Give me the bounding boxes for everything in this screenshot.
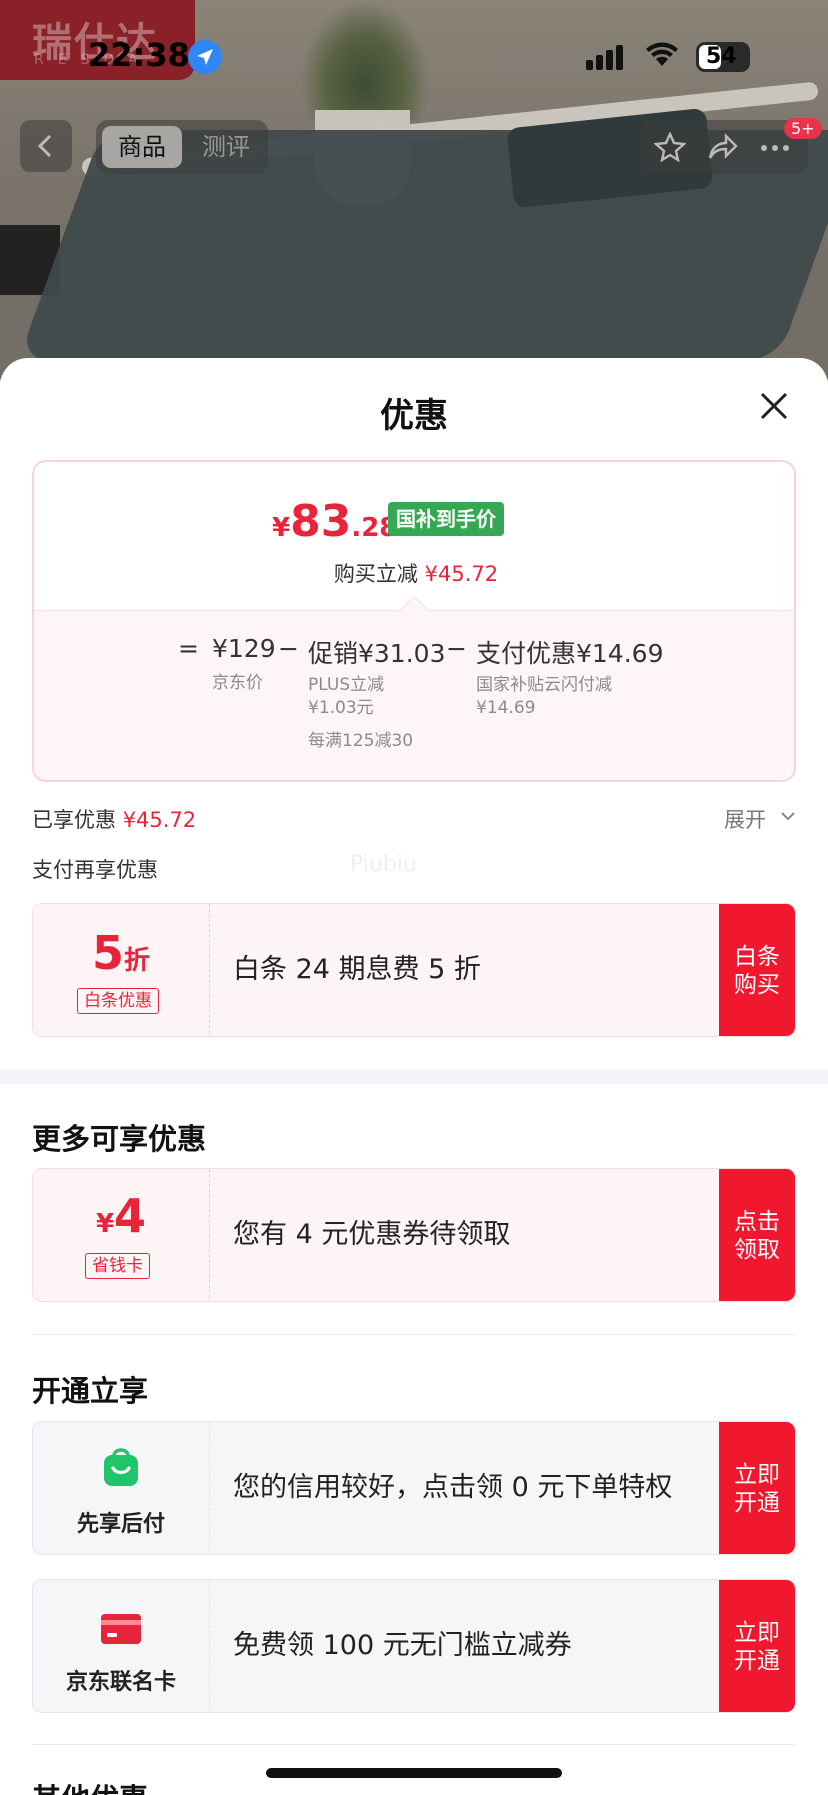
claim-coupon-button[interactable]: 点击领取 bbox=[719, 1169, 795, 1301]
minus-sign: − bbox=[446, 634, 467, 663]
pay-later-desc: 您的信用较好，点击领 0 元下单特权 bbox=[233, 1472, 673, 1503]
coupon-currency: ¥ bbox=[95, 1209, 115, 1239]
promo-note-full-reduction: 每满125减30 bbox=[308, 731, 414, 751]
expand-button[interactable]: 展开 bbox=[724, 804, 766, 834]
close-icon[interactable] bbox=[756, 388, 792, 424]
pay-discount-amount: 支付优惠¥14.69 bbox=[476, 639, 664, 668]
battery-level: 54 bbox=[706, 44, 737, 69]
offer-divider bbox=[209, 1580, 210, 1712]
baitiao-discount-unit: 折 bbox=[124, 946, 151, 976]
more-icon[interactable] bbox=[760, 144, 790, 152]
price-breakdown-card: ¥83.28 国补到手价 购买立减 ¥45.72 = ¥129 京东价 − 促销… bbox=[32, 460, 796, 782]
tab-product[interactable]: 商品 bbox=[102, 126, 182, 168]
pay-later-label: 先享后付 bbox=[76, 1512, 165, 1537]
pay-discount-note-value: ¥14.69 bbox=[476, 698, 536, 718]
final-price: ¥83.28 bbox=[272, 496, 397, 547]
co-branded-card-desc: 免费领 100 元无门槛立减券 bbox=[233, 1630, 572, 1661]
instant-discount-label: 购买立减 bbox=[333, 562, 418, 586]
coupon-amount: ¥4 bbox=[33, 1189, 209, 1243]
more-offers-title: 更多可享优惠 bbox=[32, 1122, 207, 1156]
baitiao-discount-number: 5 bbox=[91, 926, 124, 980]
offer-divider bbox=[209, 1422, 210, 1554]
offer-divider bbox=[209, 1169, 210, 1301]
home-indicator[interactable] bbox=[266, 1768, 562, 1778]
enjoyed-value: ¥45.72 bbox=[122, 808, 197, 832]
instant-discount-row: 购买立减 ¥45.72 bbox=[34, 558, 794, 588]
divider-line bbox=[32, 1334, 796, 1335]
back-button[interactable] bbox=[20, 120, 72, 172]
co-branded-card-offer[interactable]: 京东联名卡 免费领 100 元无门槛立减券 立即开通 bbox=[32, 1579, 796, 1713]
section-gap bbox=[0, 1070, 828, 1084]
sheet-title: 优惠 bbox=[380, 396, 448, 436]
credit-card-icon bbox=[101, 1614, 141, 1644]
discount-sheet: 优惠 ¥83.28 国补到手价 购买立减 ¥45.72 = ¥129 京东价 −… bbox=[0, 358, 828, 1795]
co-branded-card-label: 京东联名卡 bbox=[65, 1670, 176, 1695]
shopping-bag-icon bbox=[104, 1448, 138, 1486]
tab-review[interactable]: 测评 bbox=[186, 126, 266, 168]
instant-discount-value: ¥45.72 bbox=[424, 562, 499, 586]
enjoyed-label: 已享优惠 bbox=[32, 808, 116, 832]
jd-price-label: 京东价 bbox=[212, 673, 263, 693]
wifi-icon bbox=[646, 42, 678, 72]
baitiao-discount: 5折 bbox=[33, 926, 209, 980]
share-icon[interactable] bbox=[706, 132, 738, 162]
baitiao-tag: 白条优惠 bbox=[77, 988, 159, 1014]
battery-icon: 54 bbox=[696, 42, 750, 72]
equals-sign: = bbox=[178, 634, 199, 663]
status-time: 22:38 bbox=[88, 36, 190, 74]
message-badge: 5+ bbox=[784, 118, 822, 139]
chevron-down-icon[interactable] bbox=[780, 810, 796, 822]
baitiao-buy-button[interactable]: 白条购买 bbox=[719, 904, 795, 1036]
open-offers-title: 开通立享 bbox=[32, 1374, 149, 1408]
open-card-button[interactable]: 立即开通 bbox=[719, 1580, 795, 1712]
watermark: Piubiu bbox=[350, 852, 417, 877]
promo-note-plus: PLUS立减 bbox=[308, 675, 385, 695]
baitiao-desc: 白条 24 期息费 5 折 bbox=[233, 954, 481, 985]
enjoyed-discount: 已享优惠 ¥45.72 bbox=[32, 804, 196, 834]
coupon-tag: 省钱卡 bbox=[85, 1253, 150, 1279]
price-integer: 83 bbox=[290, 496, 352, 547]
gov-subsidy-tag: 国补到手价 bbox=[388, 502, 504, 536]
coupon-number: 4 bbox=[114, 1189, 147, 1243]
offer-divider bbox=[209, 904, 210, 1036]
coupon-desc: 您有 4 元优惠券待领取 bbox=[233, 1219, 511, 1250]
other-offers-title: 其他优惠 bbox=[32, 1776, 148, 1795]
location-arrow-icon bbox=[188, 40, 222, 74]
promo-note-plus-value: ¥1.03元 bbox=[308, 698, 374, 718]
plant bbox=[300, 0, 430, 120]
coupon-offer[interactable]: ¥4 省钱卡 您有 4 元优惠券待领取 点击领取 bbox=[32, 1168, 796, 1302]
star-icon[interactable] bbox=[654, 132, 686, 162]
divider-line bbox=[32, 1744, 796, 1745]
nav-actions bbox=[640, 120, 808, 174]
baitiao-offer[interactable]: 5折 白条优惠 白条 24 期息费 5 折 白条购买 bbox=[32, 903, 796, 1037]
minus-sign: − bbox=[278, 634, 299, 663]
promo-amount: 促销¥31.03 bbox=[308, 639, 446, 668]
pay-discount-note: 国家补贴云闪付减 bbox=[476, 675, 612, 695]
product-tabs: 商品 测评 bbox=[96, 120, 268, 174]
pay-later-offer[interactable]: 先享后付 您的信用较好，点击领 0 元下单特权 立即开通 bbox=[32, 1421, 796, 1555]
pay-more-label: 支付再享优惠 bbox=[32, 858, 158, 882]
currency-symbol: ¥ bbox=[272, 513, 291, 543]
jd-price: ¥129 bbox=[212, 634, 276, 663]
cellular-signal-icon bbox=[586, 44, 630, 70]
open-pay-later-button[interactable]: 立即开通 bbox=[719, 1422, 795, 1554]
